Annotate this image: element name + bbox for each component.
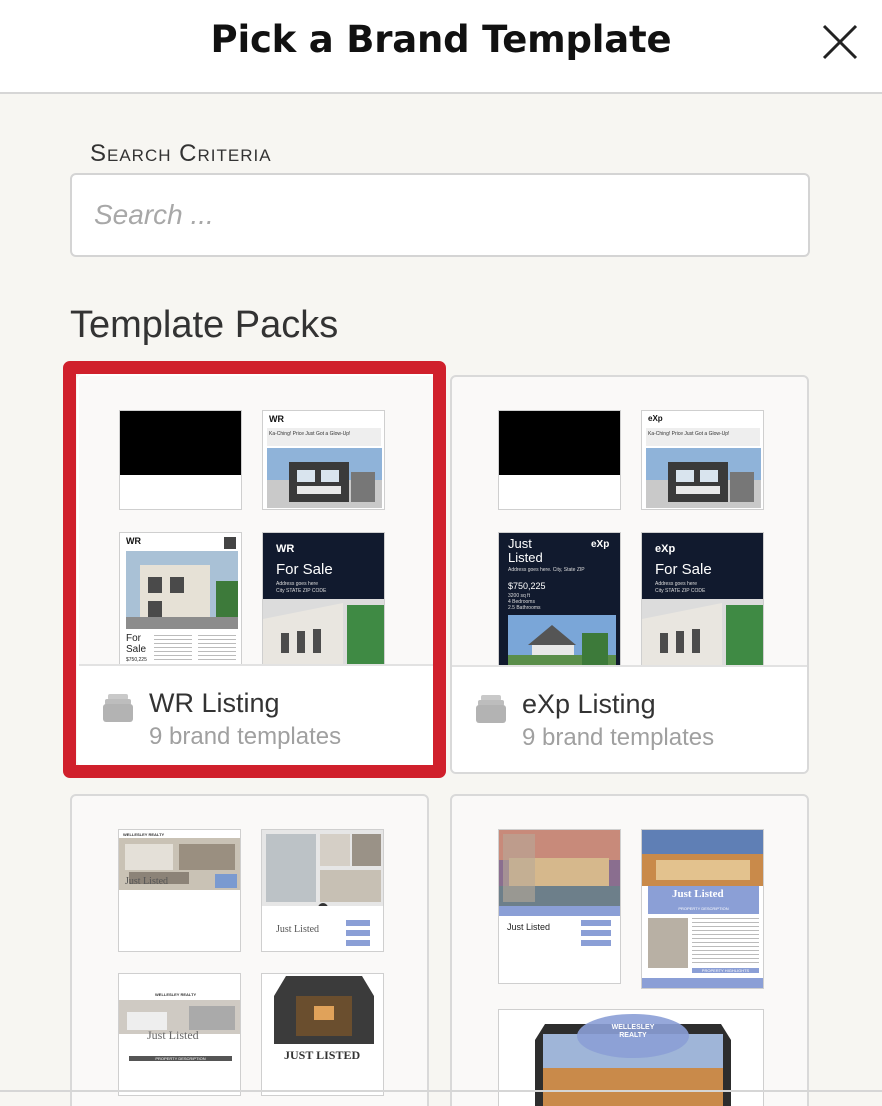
thumb-title: Just Listed [276,924,320,935]
template-packs-heading: Template Packs [70,304,339,346]
postcard-city: City STATE ZIP CODE [276,588,327,594]
thumb-title: Just Listed [507,922,551,932]
postcard-title: For Sale [655,561,712,578]
thumb-subtitle: PROPERTY DESCRIPTION [129,1056,232,1061]
thumb-subtitle: PROPERTY HIGHLIGHTS [692,968,759,973]
template-thumbnail: Just Listed eXp Address goes here. City,… [498,532,621,666]
house-photo [263,599,384,665]
thumb-title: Just Listed [125,876,169,887]
thumb-headline: Ka-Ching! Price Just Got a Glow-Up! [648,431,730,437]
template-thumbnail: WR Ka-Ching! Price Just Got a Glow-Up! [262,410,385,510]
modal-header: Pick a Brand Template [0,0,882,94]
house-photo [499,830,620,906]
brand-mark: WR [276,543,295,555]
brand-mark: eXp [648,414,663,423]
brand-mark: WR [269,414,284,424]
listed-baths: 2.5 Bathrooms [508,605,541,611]
template-thumbnail [119,410,242,510]
postcard-address: Address goes here [655,581,697,587]
template-thumbnail: eXp Ka-Ching! Price Just Got a Glow-Up! [641,410,764,510]
postcard-address: Address goes here [276,581,318,587]
pack-name: WR Listing [149,688,280,718]
house-photo [646,448,761,508]
template-thumbnail: WELLESLEY REALTY Just Listed [118,829,241,952]
thumb-title: Just Listed [672,888,724,900]
listed-price: $750,225 [508,581,546,591]
template-thumbnail: JUST LISTED [261,973,384,1096]
house-photo [642,830,763,886]
flyer-title: For Sale [126,633,147,655]
template-thumbnails: Just Listed Just Listed PROPERTY DESCRIP… [452,796,807,1106]
pack-footer: eXp Listing 9 brand templates [452,665,807,772]
search-input[interactable] [70,173,810,257]
interior-photo [274,976,374,1044]
template-thumbnails: WELLESLEY REALTY Just Listed Just Listed [72,796,427,1096]
postcard-title: For Sale [276,561,333,578]
close-icon[interactable] [818,20,862,64]
thumb-subtitle: PROPERTY DESCRIPTION [678,906,729,911]
postcard-city: City STATE ZIP CODE [655,588,706,594]
flyer-price: $750,225 [126,657,147,663]
thumb-headline: Ka-Ching! Price Just Got a Glow-Up! [269,431,351,437]
pack-name: eXp Listing [522,689,656,719]
modal-title: Pick a Brand Template [210,18,672,61]
template-thumbnails: eXp Ka-Ching! Price Just Got a Glow-Up! … [452,377,807,666]
interior-photo [262,830,383,906]
template-pack-card[interactable]: Just Listed Just Listed PROPERTY DESCRIP… [450,794,809,1106]
brand-mark: WELLESLEY REALTY [123,832,165,837]
template-thumbnail [498,410,621,510]
brand-mark: WELLESLEY REALTY [611,1024,655,1039]
stack-icon [476,695,506,723]
template-thumbnail: Just Listed [498,829,621,984]
listed-title: Just Listed [508,536,543,565]
thumb-title: Just Listed [147,1028,199,1042]
brand-mark: eXp [655,543,676,555]
template-pack-card[interactable]: eXp Ka-Ching! Price Just Got a Glow-Up! … [450,375,809,774]
house-photo [267,448,382,508]
template-pack-card[interactable]: WELLESLEY REALTY Just Listed Just Listed [70,794,429,1106]
pack-count: 9 brand templates [149,723,342,750]
house-photo [642,599,763,665]
house-photo [508,615,616,665]
template-thumbnail: WR For Sale $750,225 [119,532,242,666]
pack-count: 9 brand templates [522,724,715,751]
template-pack-card[interactable]: WR Ka-Ching! Price Just Got a Glow-Up! W… [77,374,436,766]
bottom-divider [0,1090,882,1092]
template-thumbnail: WELLESLEY REALTY Just Listed PROPERTY DE… [118,973,241,1096]
template-thumbnail: Just Listed PROPERTY DESCRIPTION PROPERT… [641,829,764,989]
brand-mark: WR [126,536,141,546]
pack-footer: WR Listing 9 brand templates [79,664,434,764]
listed-address: Address goes here. City, State ZIP [508,567,585,573]
template-thumbnail: Just Listed [261,829,384,952]
template-thumbnail: eXp For Sale Address goes here City STAT… [641,532,764,666]
brand-mark: WELLESLEY REALTY [155,992,197,997]
house-photo [126,551,238,629]
search-criteria-label: Search Criteria [90,140,272,167]
template-thumbnails: WR Ka-Ching! Price Just Got a Glow-Up! W… [79,376,434,666]
template-thumbnail: WR For Sale Address goes here City STATE… [262,532,385,666]
stack-icon [103,694,133,722]
brand-mark: eXp [591,539,610,550]
thumb-title: JUST LISTED [284,1048,361,1062]
